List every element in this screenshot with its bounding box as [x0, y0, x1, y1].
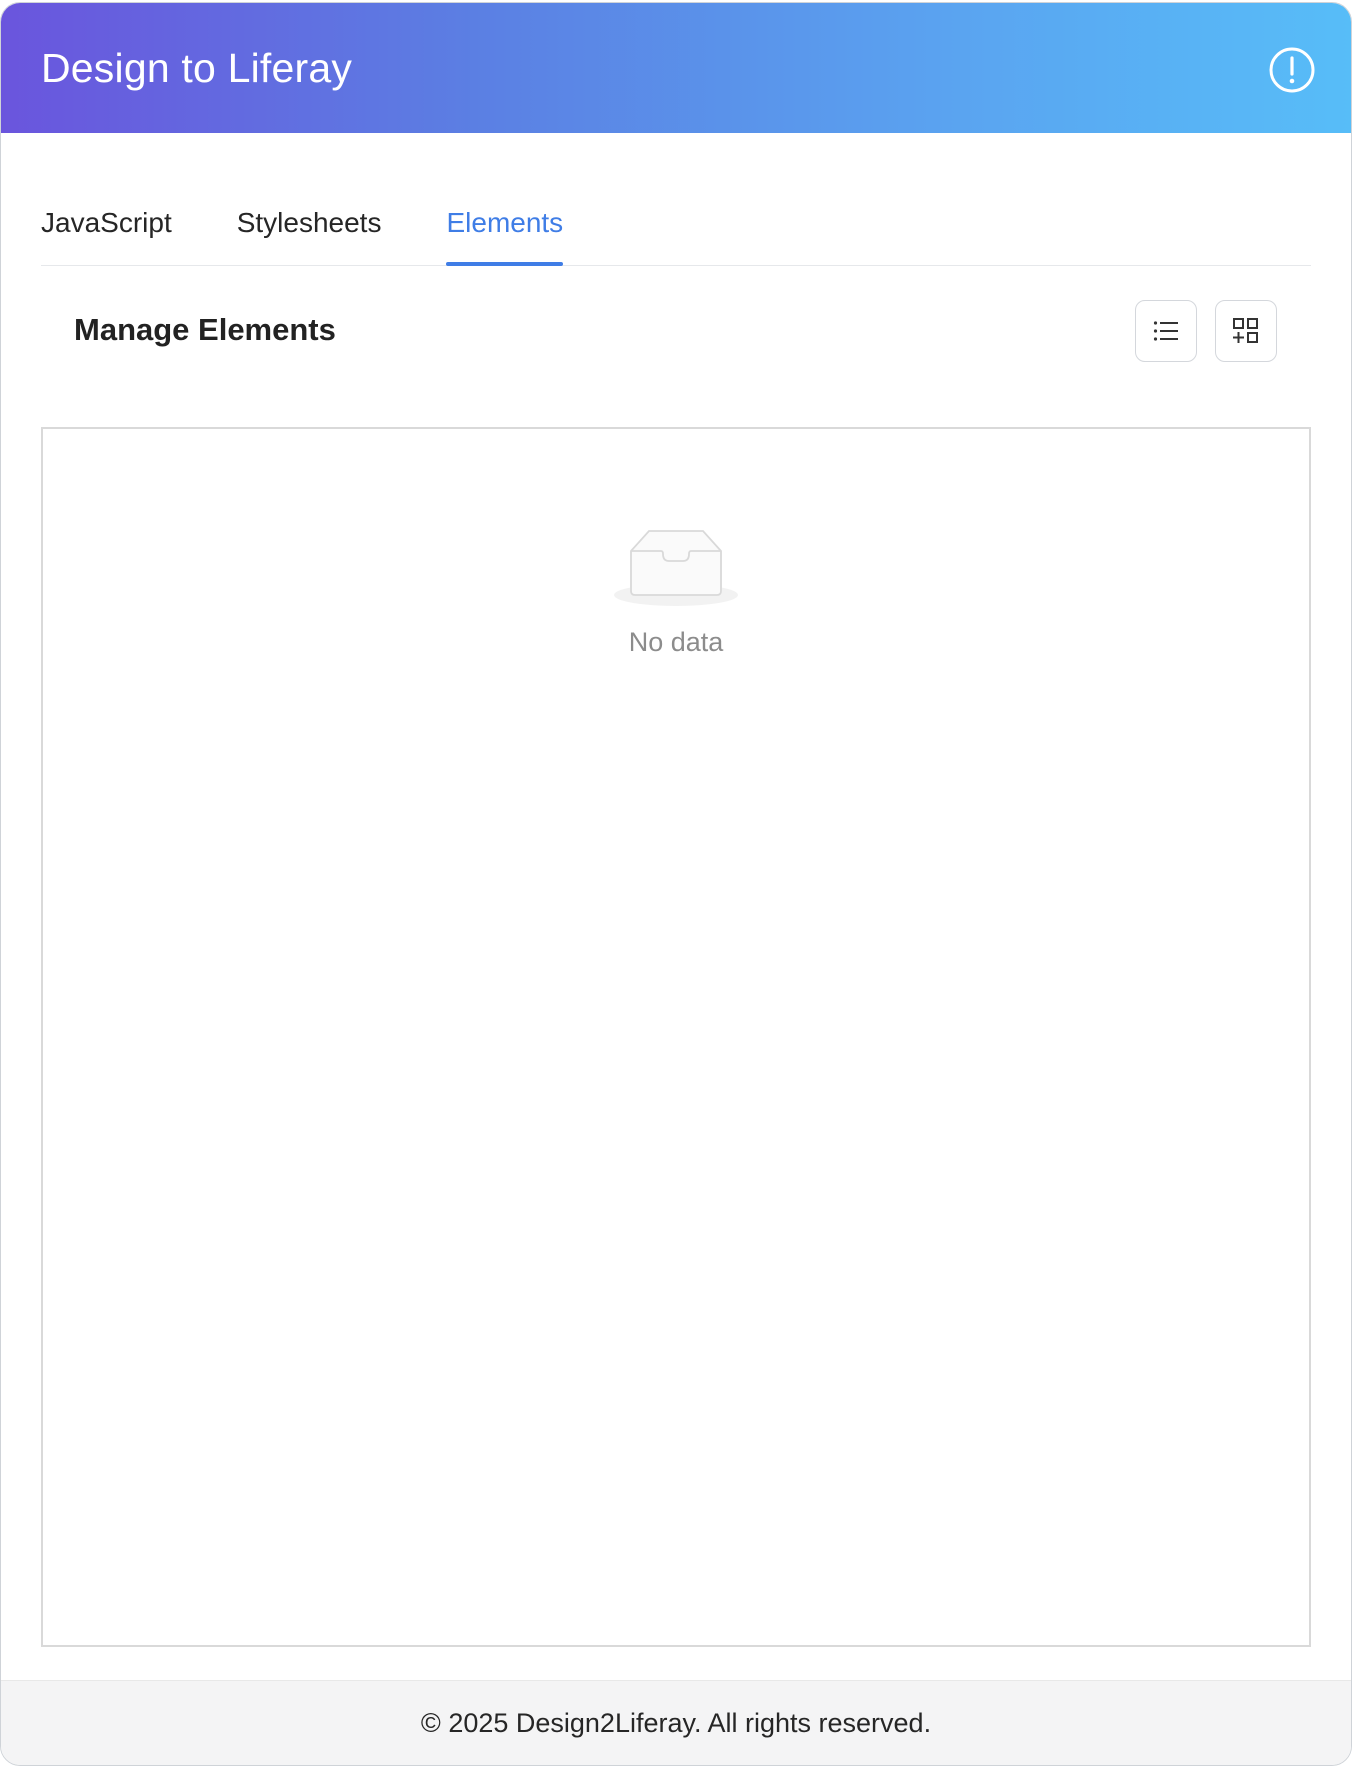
list-view-button[interactable]	[1135, 300, 1197, 362]
copyright-text: © 2025 Design2Liferay. All rights reserv…	[420, 1707, 932, 1738]
section-title: Manage Elements	[74, 312, 336, 347]
app-header: Design to Liferay	[1, 3, 1351, 133]
app-window: Design to Liferay JavaScript Stylesheets…	[0, 2, 1352, 1766]
grid-add-icon	[1233, 318, 1258, 343]
empty-state: No data	[43, 525, 1309, 658]
empty-inbox-icon	[614, 530, 738, 606]
tab-stylesheets[interactable]: Stylesheets	[237, 193, 382, 265]
app-title: Design to Liferay	[41, 44, 353, 91]
list-view-icon	[1153, 321, 1178, 341]
tab-javascript[interactable]: JavaScript	[41, 193, 172, 265]
info-icon[interactable]	[1267, 45, 1317, 95]
tab-elements[interactable]: Elements	[446, 193, 563, 266]
elements-panel: No data	[41, 427, 1311, 1647]
footer: © 2025 Design2Liferay. All rights reserv…	[1, 1680, 1351, 1765]
grid-view-button[interactable]	[1215, 300, 1277, 362]
empty-state-text: No data	[628, 627, 724, 657]
tab-bar: JavaScript Stylesheets Elements	[41, 193, 1311, 266]
